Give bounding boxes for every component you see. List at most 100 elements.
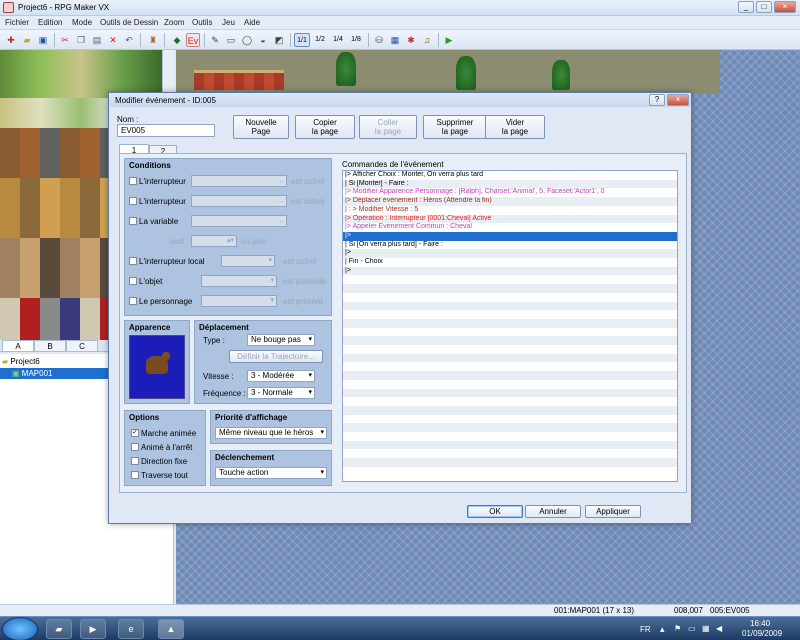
event-mode-icon[interactable]: Ev — [186, 33, 200, 47]
clear-page-button[interactable]: Vider la page — [485, 115, 545, 139]
command-line[interactable]: |> — [343, 249, 677, 258]
menu-aide[interactable]: Aide — [244, 18, 260, 27]
command-empty-row[interactable] — [343, 371, 677, 380]
start-button[interactable] — [2, 617, 38, 640]
help-button[interactable]: ? — [649, 94, 665, 106]
tray-up-arrow-icon[interactable]: ▴ — [660, 624, 665, 635]
tileset-tab-b[interactable]: B — [34, 340, 66, 352]
fill-icon[interactable]: ◒ — [256, 33, 270, 47]
define-route-button[interactable]: Définir la Trajectoire... — [229, 350, 323, 363]
rpgmaker-taskbar-icon[interactable]: ▲ — [158, 619, 184, 639]
command-line[interactable]: | Si [On verra plus tard] - Faire : — [343, 241, 677, 250]
paste-page-button[interactable]: Coller la page — [359, 115, 417, 139]
close-app-button[interactable]: × — [774, 1, 796, 13]
new-project-icon[interactable]: ✚ — [4, 33, 18, 47]
move-speed-select[interactable]: 3 - Modérée ▾ — [247, 370, 315, 382]
command-line[interactable]: |> Opération : Interrupteur [0001:Cheval… — [343, 214, 677, 224]
menu-edition[interactable]: Edition — [38, 18, 62, 27]
tileset-tab-c[interactable]: C — [66, 340, 98, 352]
menu-fichier[interactable]: Fichier — [5, 18, 29, 27]
network-icon[interactable]: ▦ — [702, 624, 710, 633]
move-freq-select[interactable]: 3 - Normale ▾ — [247, 387, 315, 399]
zoom-1-2-button[interactable]: 1/2 — [312, 33, 328, 47]
command-line[interactable]: |> — [343, 231, 677, 241]
move-type-select[interactable]: Ne bouge pas ▾ — [247, 334, 315, 346]
explorer-taskbar-icon[interactable]: ▰ — [46, 619, 72, 639]
ellipse-icon[interactable]: ◯ — [240, 33, 254, 47]
switch2-checkbox[interactable] — [129, 197, 137, 205]
variable-select[interactable]: … — [191, 215, 287, 227]
zoom-1-1-button[interactable]: 1/1 — [294, 33, 310, 47]
volume-icon[interactable]: ◀ — [716, 624, 722, 633]
command-line[interactable]: | Fin - Choix — [343, 258, 677, 267]
walk-anim-checkbox[interactable]: ✓ — [131, 429, 139, 437]
cut-icon[interactable]: ✂ — [58, 33, 72, 47]
open-folder-icon[interactable]: ▰ — [20, 33, 34, 47]
command-empty-row[interactable] — [343, 301, 677, 311]
variable-value-spin[interactable]: ▴▾ — [191, 235, 237, 247]
menu-outils-dessin[interactable]: Outils de Dessin — [100, 18, 158, 27]
save-icon[interactable]: ▣ — [36, 33, 50, 47]
map-mode-icon[interactable]: ◆ — [170, 33, 184, 47]
command-empty-row[interactable] — [343, 405, 677, 415]
zoom-1-8-button[interactable]: 1/8 — [348, 33, 364, 47]
menu-mode[interactable]: Mode — [72, 18, 92, 27]
command-empty-row[interactable] — [343, 388, 677, 398]
command-empty-row[interactable] — [343, 293, 677, 302]
command-empty-row[interactable] — [343, 440, 677, 450]
undo-icon[interactable]: ↶ — [122, 33, 136, 47]
variable-checkbox[interactable] — [129, 217, 137, 225]
tileset-grass-row[interactable] — [0, 50, 162, 98]
rectangle-icon[interactable]: ▭ — [224, 33, 238, 47]
priority-select[interactable]: Même niveau que le héros ▾ — [215, 427, 327, 439]
paste-icon[interactable]: ▤ — [90, 33, 104, 47]
command-line[interactable]: | : > Modifier Vitesse : 5 — [343, 206, 677, 215]
menu-jeu[interactable]: Jeu — [222, 18, 235, 27]
command-empty-row[interactable] — [343, 345, 677, 354]
trigger-select[interactable]: Touche action ▾ — [215, 467, 327, 479]
command-empty-row[interactable] — [343, 397, 677, 406]
cancel-button[interactable]: Annuler — [525, 505, 581, 518]
command-empty-row[interactable] — [343, 415, 677, 424]
command-empty-row[interactable] — [343, 318, 677, 328]
minimize-button[interactable]: _ — [738, 1, 754, 13]
dir-fix-checkbox[interactable] — [131, 457, 139, 465]
clock-date[interactable]: 01/09/2009 — [742, 629, 782, 638]
pencil-icon[interactable]: ✎ — [208, 33, 222, 47]
command-empty-row[interactable] — [343, 362, 677, 371]
menu-zoom[interactable]: Zoom — [164, 18, 184, 27]
item-select[interactable]: ▾ — [201, 275, 277, 287]
switch2-select[interactable]: … — [191, 195, 287, 207]
event-graphic[interactable] — [129, 335, 185, 399]
menu-outils[interactable]: Outils — [192, 18, 212, 27]
actor-select[interactable]: ▾ — [201, 295, 277, 307]
apply-button[interactable]: Appliquer — [585, 505, 641, 518]
clock-time[interactable]: 16:40 — [750, 619, 770, 628]
command-line[interactable]: | Si [Monter] - Faire : — [343, 179, 677, 189]
command-line[interactable]: |> Déplacer événement : Héros (Attendre … — [343, 197, 677, 206]
new-page-button[interactable]: Nouvelle Page — [233, 115, 289, 139]
copy-page-button[interactable]: Copier la page — [295, 115, 355, 139]
local-switch-select[interactable]: ▾ — [221, 255, 275, 267]
tree-project[interactable]: ▰ Project6 — [2, 356, 40, 367]
command-empty-row[interactable] — [343, 275, 677, 284]
command-empty-row[interactable] — [343, 432, 677, 441]
local-switch-checkbox[interactable] — [129, 257, 137, 265]
switch1-select[interactable]: … — [191, 175, 287, 187]
play-icon[interactable]: ▶ — [442, 33, 456, 47]
actor-checkbox[interactable] — [129, 297, 137, 305]
command-line[interactable]: |> — [343, 266, 677, 276]
command-line[interactable]: |> Appeler Événement Commun : Cheval — [343, 223, 677, 232]
language-indicator[interactable]: FR — [640, 625, 651, 634]
command-empty-row[interactable] — [343, 353, 677, 363]
zoom-1-4-button[interactable]: 1/4 — [330, 33, 346, 47]
ok-button[interactable]: OK — [467, 505, 523, 518]
flag-icon[interactable]: ⚑ — [674, 624, 681, 633]
media-taskbar-icon[interactable]: ▶ — [80, 619, 106, 639]
browser-taskbar-icon[interactable]: e — [118, 619, 144, 639]
command-line[interactable]: |> Afficher Choix : Monter, On verra plu… — [343, 171, 677, 180]
map-tiles[interactable] — [176, 50, 720, 94]
sound-test-icon[interactable]: ♫ — [420, 33, 434, 47]
command-empty-row[interactable] — [343, 458, 677, 467]
command-empty-row[interactable] — [343, 380, 677, 389]
